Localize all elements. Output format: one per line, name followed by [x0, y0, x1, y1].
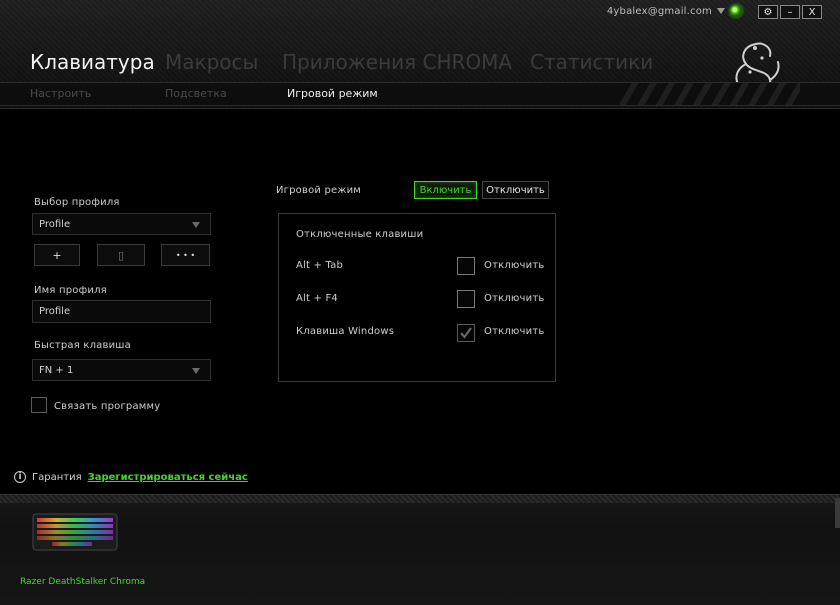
- subtabs-decoration: [620, 83, 800, 105]
- hotkey-select[interactable]: FN + 1: [32, 359, 211, 381]
- window-controls: ⚙ – X: [758, 5, 822, 19]
- account-email[interactable]: 4ybalex@gmail.com: [607, 6, 712, 17]
- disable-game-mode-button[interactable]: Отключить: [482, 181, 549, 199]
- subtab-lighting[interactable]: Подсветка: [165, 87, 227, 101]
- alt-tab-checkbox[interactable]: [457, 257, 475, 275]
- chevron-down-icon: [192, 222, 200, 228]
- sub-tabs-bar: Настроить Подсветка Игровой режим: [0, 82, 840, 106]
- device-bar-strip: [0, 495, 840, 503]
- profile-name-value: Profile: [39, 306, 71, 317]
- alt-tab-action-label: Отключить: [484, 260, 545, 271]
- tab-chroma-apps[interactable]: Приложения CHROMA: [282, 49, 512, 75]
- windows-key-action-label: Отключить: [484, 326, 545, 337]
- windows-key-checkbox[interactable]: [457, 324, 475, 342]
- register-now-link[interactable]: Зарегистрироваться сейчас: [88, 472, 248, 483]
- subtab-game-mode[interactable]: Игровой режим: [287, 87, 378, 101]
- account-area: 4ybalex@gmail.com: [607, 5, 742, 17]
- key-windows-label: Клавиша Windows: [296, 326, 395, 337]
- minimize-button[interactable]: –: [780, 5, 800, 19]
- key-alt-tab-label: Alt + Tab: [296, 260, 344, 271]
- hotkey-value: FN + 1: [39, 364, 74, 376]
- profile-name-label: Имя профиля: [34, 285, 107, 296]
- razer-synapse-window: 4ybalex@gmail.com ⚙ – X Клавиатура Макро…: [0, 0, 840, 605]
- add-profile-button[interactable]: +: [34, 244, 80, 266]
- scroll-handle[interactable]: [835, 498, 840, 528]
- alt-f4-checkbox[interactable]: [457, 290, 475, 308]
- checkmark-icon: [460, 327, 472, 339]
- device-bar: [0, 494, 840, 605]
- warranty-label: Гарантия: [32, 471, 82, 483]
- tab-statistics[interactable]: Статистики: [530, 49, 653, 75]
- profile-select-label: Выбор профиля: [34, 197, 120, 208]
- chevron-down-icon: [192, 368, 200, 374]
- warranty-row: i Гарантия Зарегистрироваться сейчас: [14, 471, 248, 483]
- more-options-button[interactable]: • • •: [161, 244, 210, 266]
- settings-button[interactable]: ⚙: [758, 5, 778, 19]
- keyboard-device-icon[interactable]: [32, 512, 118, 554]
- device-name[interactable]: Razer DeathStalker Chroma: [20, 577, 145, 587]
- key-alt-f4-label: Alt + F4: [296, 293, 338, 304]
- alt-f4-action-label: Отключить: [484, 293, 545, 304]
- close-button[interactable]: X: [802, 5, 822, 19]
- enable-game-mode-button[interactable]: Включить: [414, 181, 477, 199]
- account-dropdown-icon[interactable]: [717, 8, 725, 14]
- status-indicator-icon: [730, 5, 742, 17]
- game-mode-label: Игровой режим: [276, 185, 362, 196]
- profile-name-input[interactable]: Profile: [32, 300, 211, 323]
- profile-select-value: Profile: [39, 218, 71, 230]
- hotkey-label: Быстрая клавиша: [34, 340, 131, 351]
- tab-macros[interactable]: Макросы: [165, 49, 258, 75]
- tab-keyboard[interactable]: Клавиатура: [30, 49, 155, 75]
- info-icon: i: [14, 471, 26, 483]
- disabled-keys-panel: Отключенные клавиши Alt + Tab Отключить …: [278, 213, 556, 382]
- delete-profile-button[interactable]: ▯: [97, 244, 145, 266]
- profile-select[interactable]: Profile: [32, 213, 211, 235]
- link-program-label: Связать программу: [54, 401, 161, 412]
- link-program-checkbox[interactable]: [31, 397, 47, 413]
- disabled-keys-title: Отключенные клавиши: [296, 229, 424, 240]
- subtab-customize[interactable]: Настроить: [30, 87, 91, 101]
- header: 4ybalex@gmail.com ⚙ – X Клавиатура Макро…: [0, 0, 840, 109]
